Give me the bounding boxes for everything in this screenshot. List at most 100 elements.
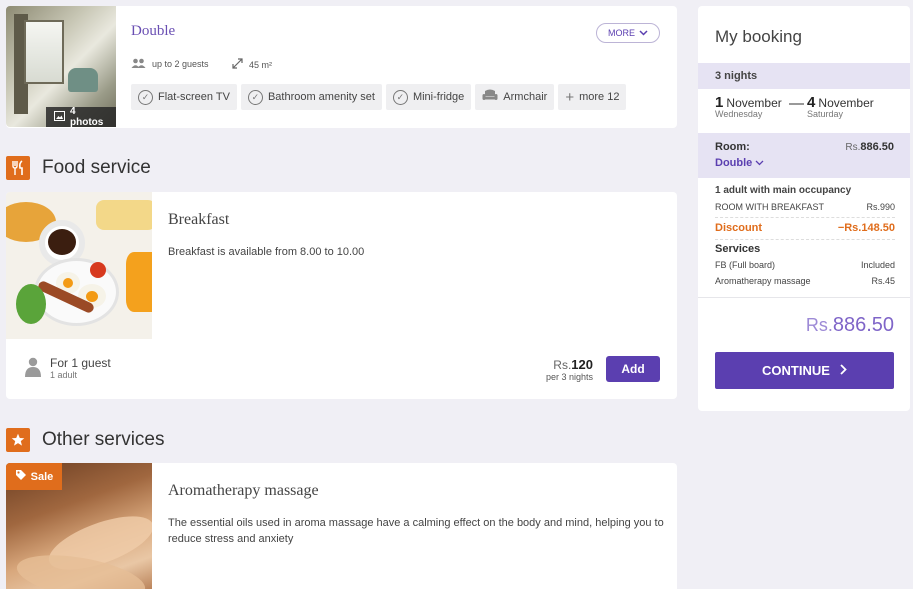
- total-amount: 886.50: [832, 314, 894, 336]
- room-price-amount: 886.50: [860, 141, 894, 153]
- rate-price: Rs.990: [866, 202, 895, 212]
- area-text: 45 m²: [249, 59, 273, 70]
- chevron-right-icon: [840, 363, 847, 378]
- checkin-weekday: Wednesday: [715, 109, 763, 119]
- room-price: Rs.886.50: [845, 141, 894, 153]
- room-card: 4 photos Double MORE up to 2 guests 45 m…: [6, 6, 677, 128]
- amenity-label: Flat-screen TV: [158, 91, 230, 103]
- price-amount: 120: [571, 357, 593, 372]
- plus-icon: +: [565, 88, 575, 106]
- photos-count: 4 photos: [70, 106, 104, 127]
- checkout-month: November: [818, 96, 874, 110]
- service-value: Rs.45: [871, 276, 895, 286]
- checkout-date: 4 November Saturday: [807, 94, 874, 119]
- add-button[interactable]: Add: [606, 356, 660, 382]
- expand-icon: [232, 58, 243, 71]
- aromatherapy-photo: Sale: [6, 463, 152, 589]
- guests-text: up to 2 guests: [152, 59, 209, 69]
- checkin-date: 1 November Wednesday: [715, 94, 782, 119]
- amenity-chip: ✓ Bathroom amenity set: [240, 84, 382, 110]
- guests-capacity: up to 2 guests: [131, 58, 209, 70]
- guest-info: For 1 guest 1 adult: [24, 356, 111, 380]
- food-service-header: Food service: [6, 156, 151, 180]
- booking-title: My booking: [715, 27, 802, 46]
- star-icon: [6, 428, 30, 452]
- room-type-dropdown[interactable]: Double: [715, 157, 764, 169]
- discount-label: Discount: [715, 222, 763, 234]
- checkout-weekday: Saturday: [807, 109, 844, 119]
- service-price: Rs.120 per 3 nights: [546, 357, 593, 382]
- amenity-chip: ✓ Flat-screen TV: [131, 84, 237, 110]
- booking-summary: My booking 3 nights 1 November Wednesday…: [698, 6, 910, 411]
- occupancy-line: 1 adult with main occupancy: [715, 185, 895, 196]
- fork-knife-icon: [6, 156, 30, 180]
- room-type-label: Double: [715, 157, 753, 169]
- service-description: The essential oils used in aroma massage…: [168, 517, 664, 545]
- section-title: Food service: [42, 157, 151, 178]
- person-icon: [24, 357, 42, 380]
- guests-icon: [131, 58, 146, 70]
- guest-label: For 1 guest: [50, 356, 111, 370]
- total-price: Rs.886.50: [806, 314, 894, 337]
- sale-badge: Sale: [6, 463, 62, 490]
- nights-count: 3 nights: [698, 63, 910, 89]
- service-line: FB (Full board) Included: [715, 260, 895, 270]
- price-currency: Rs.: [553, 358, 572, 372]
- amenity-chip: Armchair: [475, 84, 555, 110]
- amenity-label: Mini-fridge: [412, 91, 465, 103]
- breakfast-photo: [6, 192, 152, 339]
- rate-name: ROOM WITH BREAKFAST: [715, 202, 825, 212]
- room-price-currency: Rs.: [845, 142, 861, 153]
- amenities-list: ✓ Flat-screen TV ✓ Bathroom amenity set …: [131, 84, 627, 110]
- room-area: 45 m²: [232, 58, 272, 71]
- more-label: MORE: [608, 28, 635, 38]
- continue-button[interactable]: CONTINUE: [715, 352, 894, 389]
- amenity-chip: ✓ Mini-fridge: [385, 84, 472, 110]
- total-currency: Rs.: [805, 315, 833, 335]
- checkin-month: November: [726, 96, 782, 110]
- service-line: Aromatherapy massage Rs.45: [715, 276, 895, 286]
- continue-label: CONTINUE: [762, 363, 830, 378]
- discount-line: Discount −Rs.148.50: [715, 222, 895, 234]
- check-circle-icon: ✓: [392, 89, 408, 105]
- tag-icon: [15, 469, 27, 484]
- price-period: per 3 nights: [545, 372, 593, 382]
- more-button[interactable]: MORE: [596, 23, 660, 43]
- guest-sub: 1 adult: [50, 370, 78, 380]
- more-amenities-button[interactable]: + more 12: [558, 84, 627, 110]
- service-name: Aromatherapy massage: [715, 276, 811, 286]
- occupancy-text: 1 adult with main occupancy: [715, 185, 851, 196]
- image-icon: [54, 110, 65, 124]
- service-title: Breakfast: [168, 211, 230, 228]
- more-amenities-label: more 12: [579, 91, 620, 103]
- service-description: Breakfast is available from 8.00 to 10.0…: [168, 246, 365, 258]
- services-heading: Services: [715, 243, 895, 255]
- divider: [715, 217, 895, 218]
- divider: [698, 297, 910, 298]
- room-summary: Room: Rs.886.50 Double: [698, 133, 910, 178]
- divider: [715, 239, 895, 240]
- discount-value: −Rs.148.50: [837, 222, 895, 234]
- armchair-icon: [482, 89, 498, 105]
- chevron-down-icon: [755, 157, 764, 169]
- room-title[interactable]: Double: [131, 23, 175, 40]
- amenity-label: Bathroom amenity set: [267, 91, 375, 103]
- room-photo[interactable]: 4 photos: [6, 6, 116, 127]
- breakfast-card: Breakfast Breakfast is available from 8.…: [6, 192, 677, 399]
- service-title: Aromatherapy massage: [168, 482, 319, 499]
- amenity-label: Armchair: [503, 91, 548, 103]
- other-services-header: Other services: [6, 428, 164, 452]
- rate-line: ROOM WITH BREAKFAST Rs.990: [715, 202, 895, 212]
- occupancy-rest: with main occupancy: [747, 185, 852, 196]
- sale-label: Sale: [30, 470, 54, 483]
- aromatherapy-card: Sale Aromatherapy massage The essential …: [6, 463, 677, 589]
- chevron-down-icon: [639, 28, 648, 38]
- section-title: Other services: [42, 429, 165, 450]
- check-circle-icon: ✓: [138, 89, 153, 105]
- photos-badge[interactable]: 4 photos: [46, 106, 116, 127]
- service-name: FB (Full board): [715, 260, 776, 270]
- service-value: Included: [860, 260, 895, 270]
- date-separator: —: [789, 95, 804, 112]
- services-label: Services: [715, 243, 761, 255]
- occupancy-bold: 1 adult: [715, 185, 748, 196]
